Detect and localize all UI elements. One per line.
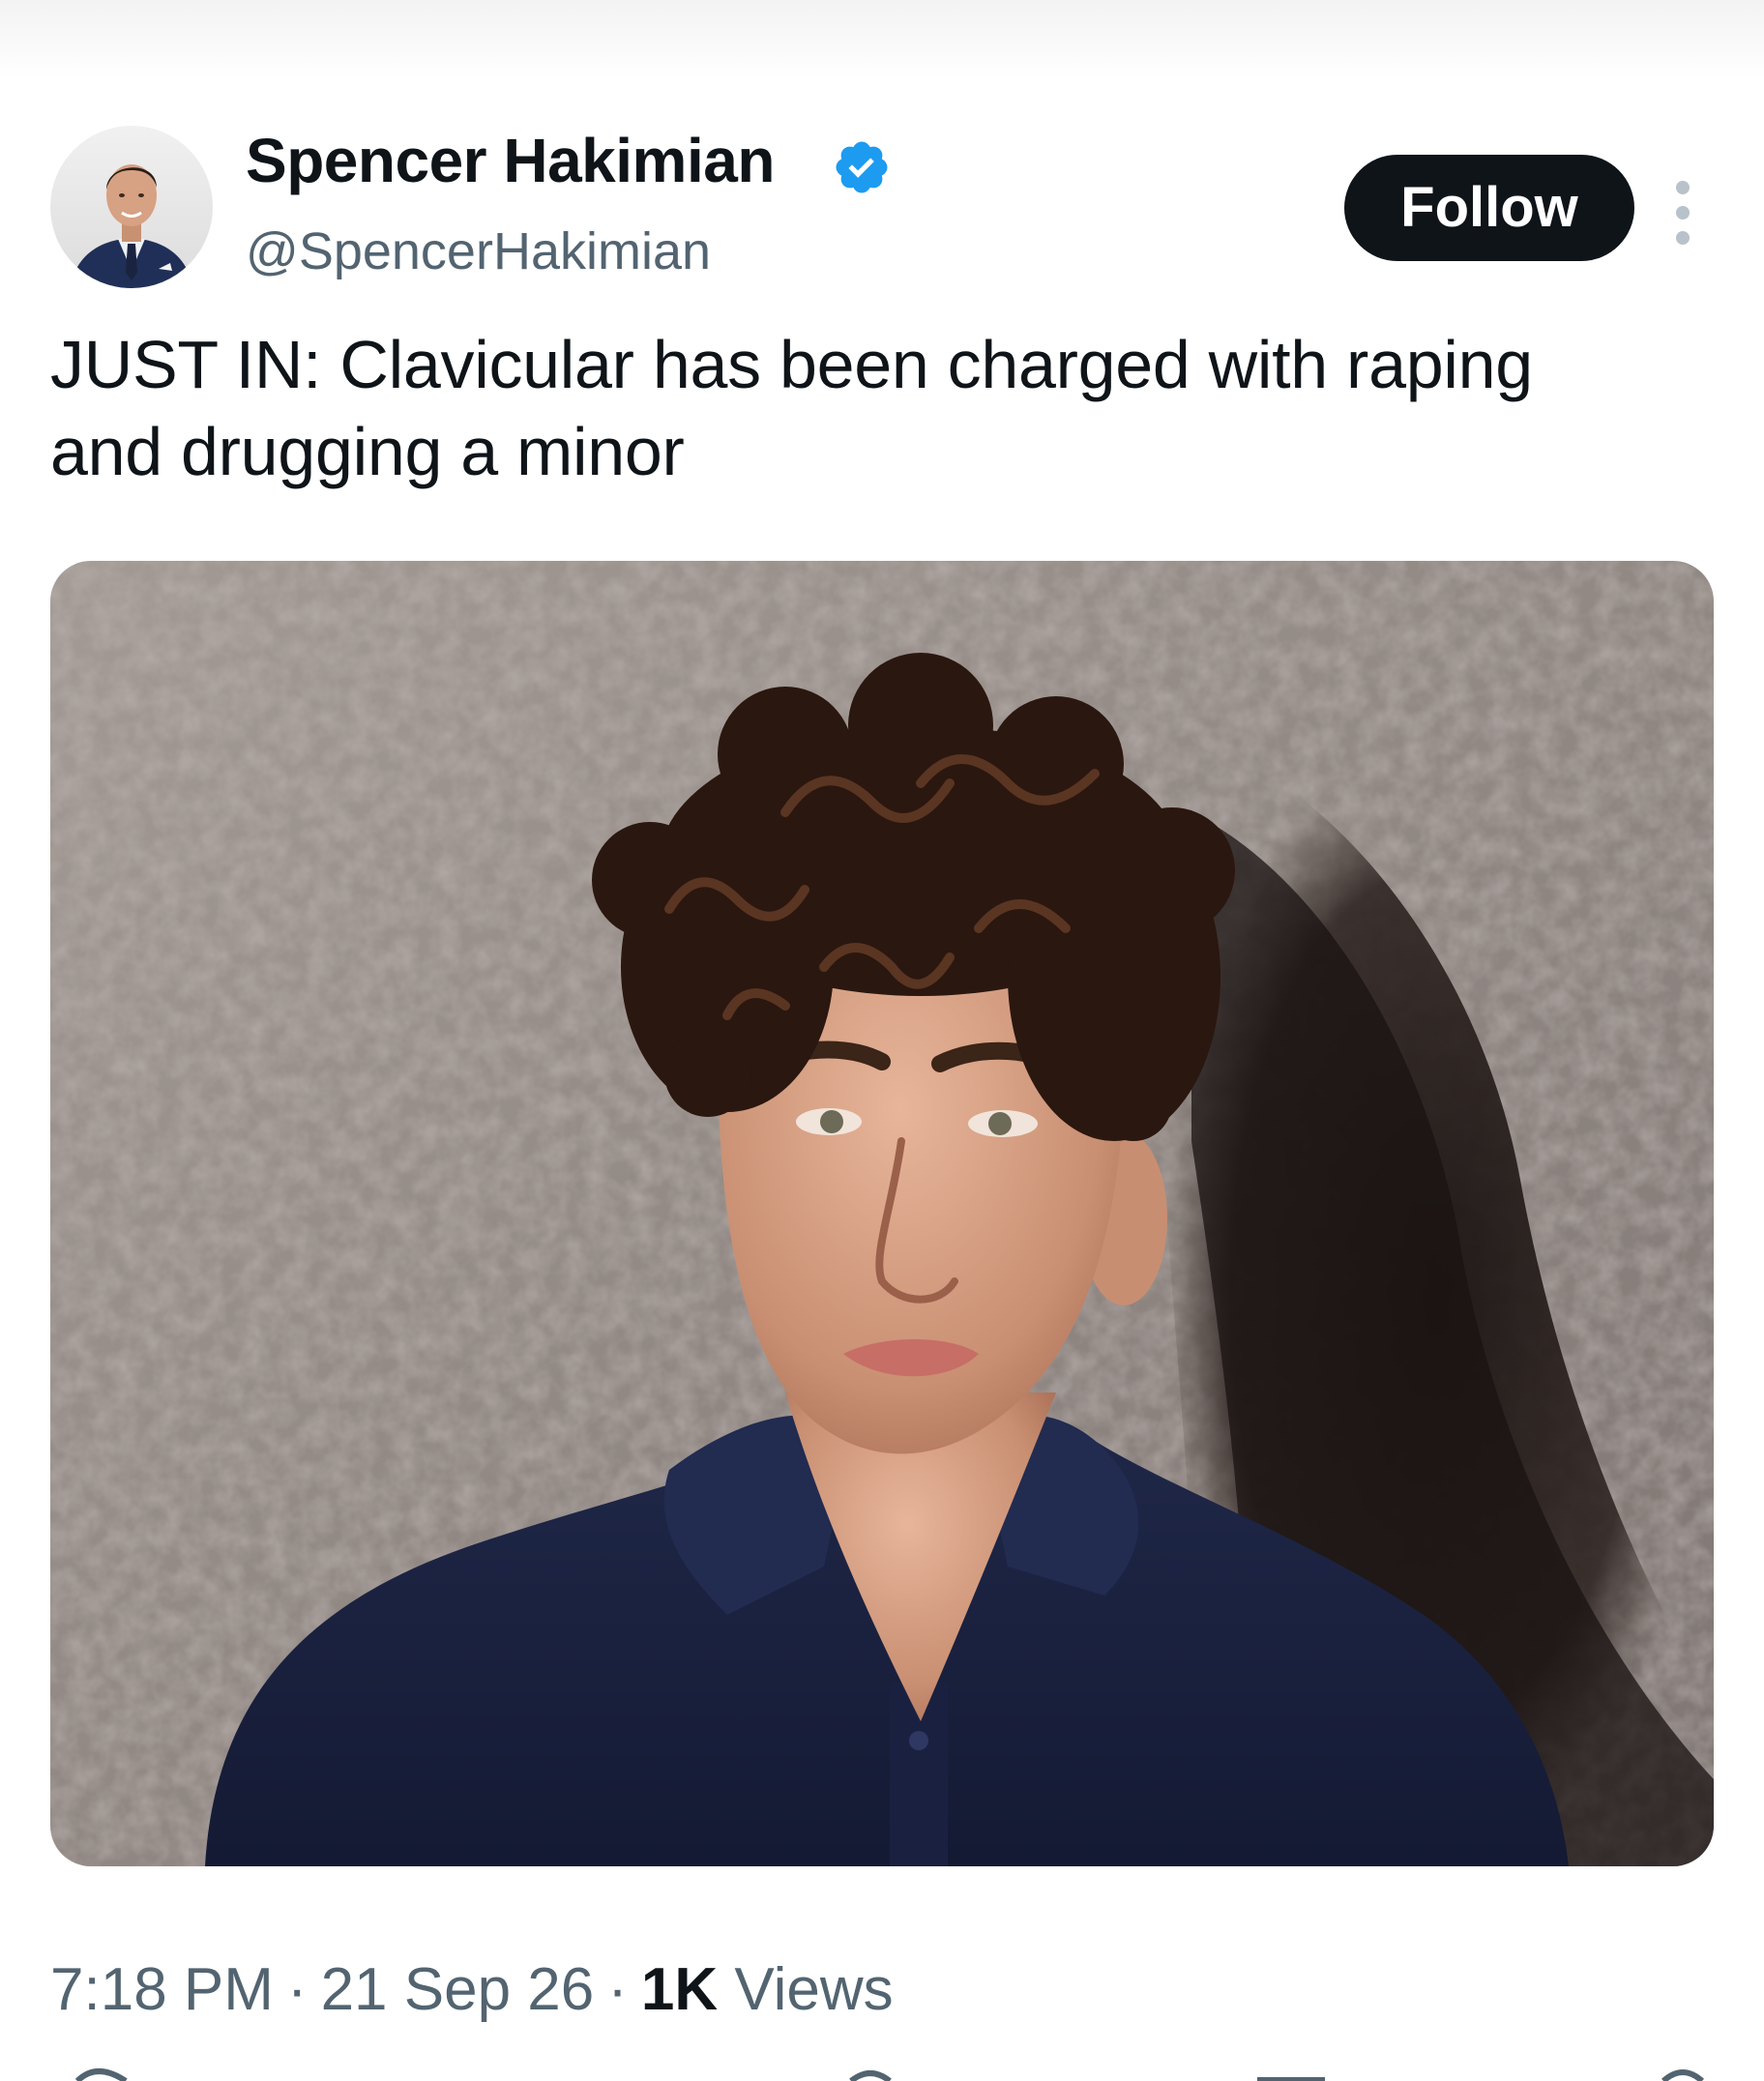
tweet-date[interactable]: 21 Sep 26: [321, 1956, 595, 2023]
share-icon: [1661, 2069, 1705, 2081]
tweet-text-line-1: JUST IN: Clavicular has been charged wit…: [50, 327, 1533, 402]
author-handle[interactable]: @SpencerHakimian: [246, 220, 711, 282]
tweet-text: JUST IN: Clavicular has been charged wit…: [50, 321, 1714, 495]
verified-badge-icon: [836, 141, 888, 193]
author-display-name[interactable]: Spencer Hakimian: [246, 124, 775, 197]
reply-icon: [74, 2068, 128, 2081]
tweet-time[interactable]: 7:18 PM: [50, 1956, 274, 2023]
tweet-photo[interactable]: [50, 561, 1714, 1866]
tweet-text-line-2: and drugging a minor: [50, 414, 685, 489]
views-count: 1K: [640, 1956, 719, 2023]
author-avatar[interactable]: [50, 126, 213, 288]
portrait-photo-icon: [50, 561, 1714, 1866]
top-fade-strip: [0, 0, 1764, 77]
views-label: Views: [734, 1956, 894, 2023]
retweet-icon: [849, 2070, 892, 2081]
meta-separator: ·: [607, 1956, 628, 2023]
avatar-photo-icon: [50, 126, 213, 288]
follow-button[interactable]: Follow: [1344, 155, 1634, 261]
tweet-card: Spencer Hakimian @SpencerHakimian Follow…: [0, 77, 1764, 2081]
tweet-meta: 7:18 PM · 21 Sep 26 · 1K Views: [50, 1953, 894, 2027]
more-options-icon[interactable]: [1658, 174, 1708, 251]
action-bar-icons-partial: [74, 2068, 1705, 2081]
meta-separator: ·: [286, 1956, 308, 2023]
